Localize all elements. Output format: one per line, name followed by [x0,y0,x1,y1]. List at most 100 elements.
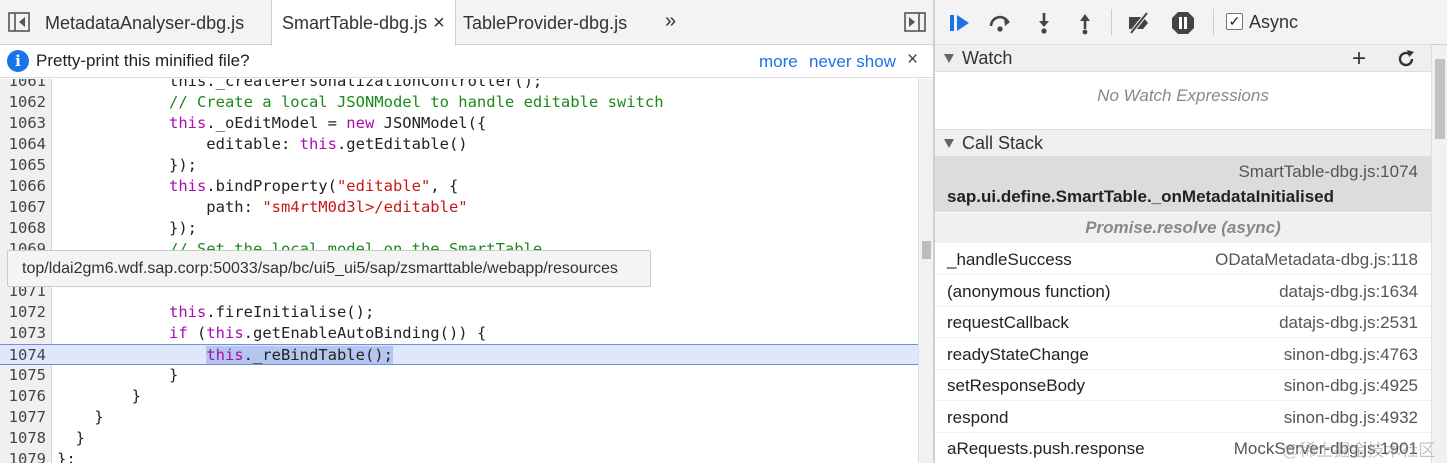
code-line[interactable]: 1065 }); [0,155,918,176]
resume-icon[interactable] [947,10,973,36]
debugger-sidebar: ✓ Async Watch + No Watch Expressions Cal… [935,0,1447,463]
editor-tab-bar: MetadataAnalyser-dbg.js SmartTable-dbg.j… [0,0,933,46]
code-line[interactable]: 1063 this._oEditModel = new JSONModel({ [0,113,918,134]
call-frame[interactable]: readyStateChange sinon-dbg.js:4763 [935,339,1431,370]
frame-function: (anonymous function) [947,281,1111,301]
frame-location[interactable]: datajs-dbg.js:1634 [1279,282,1418,302]
tab-metadataanalyser[interactable]: MetadataAnalyser-dbg.js [45,0,244,45]
line-number[interactable]: 1063 [0,113,46,134]
line-source: this._createPersonalizationController(); [57,79,543,90]
frame-location[interactable]: sinon-dbg.js:4925 [1284,376,1418,396]
line-source: }); [57,156,197,174]
close-tab-icon[interactable]: × [433,12,445,34]
line-source: this._reBindTable(); [206,346,393,364]
more-link[interactable]: more [759,52,798,72]
line-number[interactable]: 1079 [0,449,46,463]
code-line[interactable]: 1072 this.fireInitialise(); [0,302,918,323]
frame-location[interactable]: datajs-dbg.js:2531 [1279,313,1418,333]
line-number[interactable]: 1077 [0,407,46,428]
collapse-triangle-icon[interactable] [944,139,954,148]
add-watch-icon[interactable]: + [1352,45,1366,73]
close-infobar-icon[interactable]: × [907,49,918,71]
async-label: Async [1249,12,1299,32]
frame-location[interactable]: SmartTable-dbg.js:1074 [1238,162,1418,182]
sidebar-scrollbar-thumb[interactable] [1435,59,1445,139]
code-line[interactable]: 1079}; [0,449,918,463]
collapse-triangle-icon[interactable] [944,54,954,63]
watch-section-header[interactable]: Watch + [935,44,1431,72]
frame-function: readyStateChange [947,344,1089,364]
tab-smarttable[interactable]: SmartTable-dbg.js × [271,0,456,46]
code-line[interactable]: 1067 path: "sm4rtM0d3l>/editable" [0,197,918,218]
frame-location[interactable]: ODataMetadata-dbg.js:118 [1215,250,1418,270]
code-line-paused[interactable]: 1074 this._reBindTable(); [0,344,918,365]
line-number[interactable]: 1062 [0,92,46,113]
step-over-icon[interactable] [987,10,1013,36]
infobar-message: Pretty-print this minified file? [36,51,250,70]
call-frame[interactable]: respond sinon-dbg.js:4932 [935,402,1431,433]
line-source: }; [57,450,76,463]
more-tabs-icon[interactable]: » [665,0,676,45]
call-stack-title: Call Stack [962,133,1044,153]
line-source: // Create a local JSONModel to handle ed… [168,93,664,111]
line-source: }); [57,219,197,237]
line-number[interactable]: 1067 [0,197,46,218]
line-source: this.fireInitialise(); [168,303,375,321]
line-source: } [57,366,179,384]
line-number[interactable]: 1061 [0,79,46,92]
line-source: } [57,408,104,426]
never-show-link[interactable]: never show [809,52,896,72]
line-source: } [57,387,141,405]
line-source: } [57,429,85,447]
code-line[interactable]: 1061 this._createPersonalizationControll… [0,79,918,92]
editor-scrollbar-thumb[interactable] [922,241,931,259]
line-number[interactable]: 1066 [0,176,46,197]
frame-location[interactable]: sinon-dbg.js:4763 [1284,345,1418,365]
code-line[interactable]: 1068 }); [0,218,918,239]
line-source: if (this.getEnableAutoBinding()) { [168,324,487,342]
step-out-icon[interactable] [1072,10,1098,36]
pause-on-exceptions-icon[interactable] [1170,10,1196,36]
editor-scrollbar[interactable] [918,79,933,463]
code-line[interactable]: 1075 } [0,365,918,386]
toggle-navigator-icon[interactable] [8,11,30,33]
line-number[interactable]: 1074 [0,345,46,366]
code-line[interactable]: 1077 } [0,407,918,428]
call-frame[interactable]: setResponseBody sinon-dbg.js:4925 [935,370,1431,401]
line-number[interactable]: 1068 [0,218,46,239]
code-line[interactable]: 1076 } [0,386,918,407]
pretty-print-infobar: i Pretty-print this minified file? more … [0,46,933,78]
frame-function: setResponseBody [947,376,1085,395]
call-frame[interactable]: _handleSuccess ODataMetadata-dbg.js:118 [935,244,1431,275]
code-line[interactable]: 1064 editable: this.getEditable() [0,134,918,155]
call-frame-selected[interactable]: SmartTable-dbg.js:1074 sap.ui.define.Sma… [935,157,1431,212]
watch-title: Watch [962,48,1013,68]
deactivate-breakpoints-icon[interactable] [1126,10,1152,36]
toggle-debugger-icon[interactable] [904,11,926,33]
frame-location[interactable]: sinon-dbg.js:4932 [1284,408,1418,428]
tab-label: TableProvider-dbg.js [463,13,628,33]
code-editor[interactable]: 1061 this._createPersonalizationControll… [0,79,918,463]
code-line[interactable]: 1066 this.bindProperty("editable", { [0,176,918,197]
call-stack-section-header[interactable]: Call Stack [935,129,1431,157]
frame-function: sap.ui.define.SmartTable._onMetadataInit… [947,187,1334,206]
call-frame[interactable]: requestCallback datajs-dbg.js:2531 [935,307,1431,338]
call-frame[interactable]: (anonymous function) datajs-dbg.js:1634 [935,276,1431,307]
line-number[interactable]: 1073 [0,323,46,344]
async-checkbox[interactable]: ✓ [1226,13,1243,30]
line-number[interactable]: 1076 [0,386,46,407]
sidebar-scrollbar[interactable] [1431,45,1447,463]
code-line[interactable]: 1073 if (this.getEnableAutoBinding()) { [0,323,918,344]
code-line[interactable]: 1062 // Create a local JSONModel to hand… [0,92,918,113]
code-line[interactable]: 1078 } [0,428,918,449]
line-number[interactable]: 1078 [0,428,46,449]
line-number[interactable]: 1072 [0,302,46,323]
line-number[interactable]: 1064 [0,134,46,155]
refresh-icon[interactable] [1395,48,1417,70]
tab-tableprovider[interactable]: TableProvider-dbg.js [463,0,627,45]
line-number[interactable]: 1075 [0,365,46,386]
watch-empty-message: No Watch Expressions [1097,86,1269,105]
step-into-icon[interactable] [1031,10,1057,36]
frame-function: requestCallback [947,313,1069,332]
line-number[interactable]: 1065 [0,155,46,176]
